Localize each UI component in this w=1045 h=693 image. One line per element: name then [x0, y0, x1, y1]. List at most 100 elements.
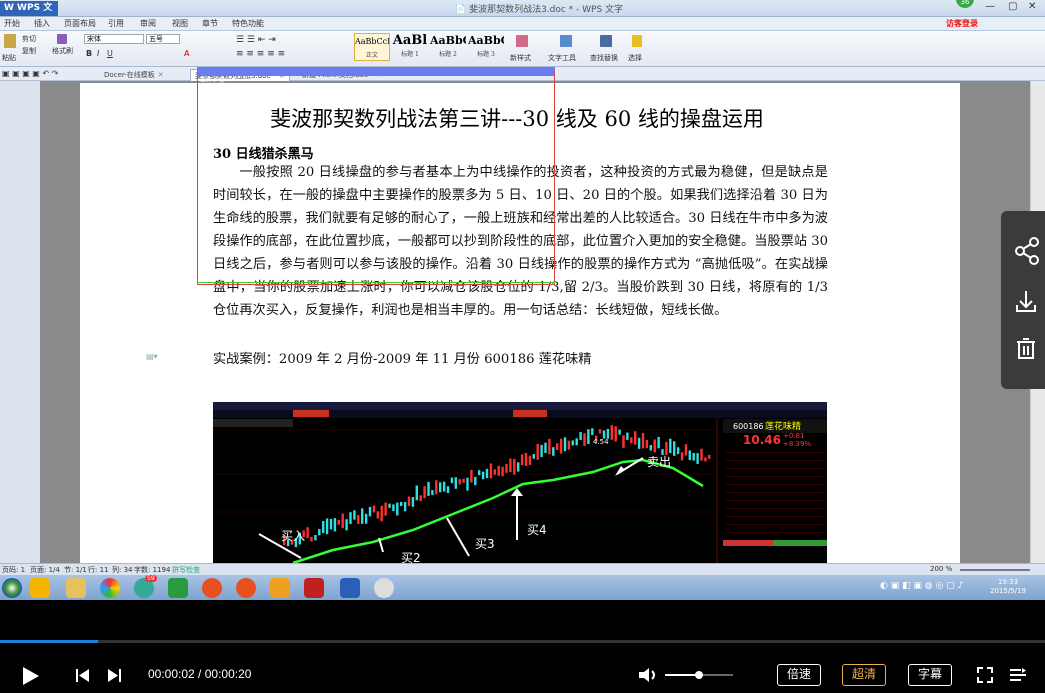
cut-button[interactable]: 剪切 [22, 34, 36, 44]
candle [665, 441, 668, 455]
menu-item-features[interactable]: 特色功能 [232, 18, 264, 29]
candle [641, 432, 645, 449]
candle [396, 502, 399, 516]
tiles-icon[interactable] [270, 578, 290, 598]
close-icon[interactable]: ✕ [1028, 1, 1036, 12]
fullscreen-icon[interactable] [976, 666, 994, 684]
quote-row-line [725, 460, 825, 461]
format-painter-button[interactable]: 格式刷 [52, 46, 73, 56]
format-painter-icon[interactable] [57, 34, 67, 44]
list-icon[interactable]: ☰ ☰ ⇤ ⇥ [236, 35, 276, 45]
candle [423, 486, 426, 499]
font-size-select[interactable]: 五号 [146, 34, 180, 44]
login-label[interactable]: 访客登录 [946, 18, 978, 29]
zoom-level[interactable]: 200 % [930, 565, 952, 573]
style-heading2[interactable]: AaBbC标题 2 [430, 33, 466, 61]
send2-icon[interactable] [236, 578, 256, 598]
candle [556, 443, 559, 450]
paragraph-marker-icon[interactable]: ▤▾ [146, 352, 158, 361]
chrome-icon[interactable] [100, 578, 120, 598]
align-icon[interactable]: ≡ ≡ ≡ ≡ ≡ [236, 49, 285, 59]
candle [341, 513, 344, 529]
account-badge[interactable]: 36 [956, 0, 974, 8]
candle [708, 454, 711, 459]
explorer-icon[interactable] [66, 578, 86, 598]
menu-item-home[interactable]: 开始 [4, 18, 20, 29]
windows-taskbar: 59 ◐ ▣ ◧ ▣ ◍ ◎ ▢ ♪ 19:33 2015/5/19 [0, 575, 1045, 600]
volume-knob[interactable] [695, 671, 703, 679]
font-name-select[interactable]: 宋体 [84, 34, 144, 44]
send-icon[interactable] [202, 578, 222, 598]
ie-icon[interactable] [168, 578, 188, 598]
underline-button[interactable]: U [107, 49, 113, 58]
candle [306, 527, 309, 538]
style-heading3[interactable]: AaBbC标题 3 [468, 33, 504, 61]
tab-docer[interactable]: Docer-在线模板 ✕ [100, 69, 168, 81]
new-style-icon[interactable] [516, 35, 528, 47]
candle [517, 462, 520, 472]
progress-bar[interactable] [0, 640, 1045, 643]
stock-app-icon[interactable] [304, 578, 324, 598]
find-replace-icon[interactable] [600, 35, 612, 47]
minimize-icon[interactable]: — [985, 1, 995, 12]
zoom-slider[interactable] [960, 569, 1030, 571]
share-side-panel [1001, 211, 1045, 389]
menu-item-chapter[interactable]: 章节 [202, 18, 218, 29]
candle [353, 510, 356, 520]
candle [630, 437, 633, 444]
menu-item-view[interactable]: 视图 [172, 18, 188, 29]
candle [626, 432, 629, 440]
bold-button[interactable]: B [86, 49, 92, 58]
font-color-button[interactable]: A [184, 49, 189, 58]
menu-item-insert[interactable]: 插入 [34, 18, 50, 29]
quote-row-line [725, 500, 825, 501]
candle [325, 518, 329, 535]
candle [610, 425, 613, 440]
delete-icon[interactable] [1017, 338, 1035, 359]
text-tools-icon[interactable] [560, 35, 572, 47]
playlist-icon[interactable] [1009, 667, 1027, 683]
previous-icon[interactable] [75, 668, 91, 683]
start-button-icon[interactable] [2, 578, 22, 598]
select-cursor-icon[interactable] [632, 35, 642, 47]
tray-icons[interactable]: ◐ ▣ ◧ ▣ ◍ ◎ ▢ ♪ [880, 581, 963, 591]
quote-row-line [725, 532, 825, 533]
side-panel-icons [1015, 237, 1039, 359]
quality-button[interactable]: 超清 [842, 664, 886, 686]
volume-slider[interactable] [665, 671, 733, 679]
paste-icon[interactable] [4, 34, 16, 48]
italic-button[interactable]: I [97, 49, 99, 58]
candle [680, 452, 684, 461]
candle [676, 447, 680, 455]
candle [657, 436, 660, 449]
share-icon[interactable] [1015, 237, 1039, 265]
subtitle-button[interactable]: 字幕 [908, 664, 952, 686]
style-heading1[interactable]: AaBl 标题 1 [392, 33, 428, 61]
browser-icon[interactable]: 59 [134, 575, 157, 598]
clock[interactable]: 19:33 2015/5/19 [990, 578, 1026, 596]
candle [407, 496, 411, 506]
maximize-icon[interactable]: ▢ [1008, 1, 1017, 12]
menu-item-reference[interactable]: 引用 [108, 18, 124, 29]
candle [591, 428, 594, 435]
volume-icon[interactable] [637, 666, 659, 684]
candle [540, 444, 543, 458]
quick-access-icons[interactable]: ▣ ▣ ▣ ▣ ↶ ↷ [2, 69, 58, 78]
wps-app-menu-button[interactable]: W WPS 文字 ▾ [0, 1, 58, 28]
play-icon[interactable] [20, 665, 42, 687]
style-normal[interactable]: AaBbCcDd正文 [354, 33, 390, 61]
next-icon[interactable] [106, 668, 122, 683]
spell-check-toggle[interactable]: 拼写检查 [172, 565, 200, 575]
desktop-screenshot: W WPS 文字 ▾ 📄 斐波那契数列战法3.doc * - WPS 文字 36… [0, 0, 1045, 600]
wps-icon[interactable] [340, 578, 360, 598]
speed-button[interactable]: 倍速 [777, 664, 821, 686]
menu-item-review[interactable]: 审阅 [140, 18, 156, 29]
close-icon[interactable]: ✕ [158, 71, 164, 79]
app-icon[interactable] [30, 578, 50, 598]
download-icon[interactable] [1016, 291, 1036, 312]
copy-button[interactable]: 复制 [22, 46, 36, 56]
recorder-icon[interactable] [374, 578, 394, 598]
menu-item-layout[interactable]: 页面布局 [64, 18, 96, 29]
status-pages: 页面: 1/4 [30, 566, 60, 574]
quote-row-line [725, 468, 825, 469]
